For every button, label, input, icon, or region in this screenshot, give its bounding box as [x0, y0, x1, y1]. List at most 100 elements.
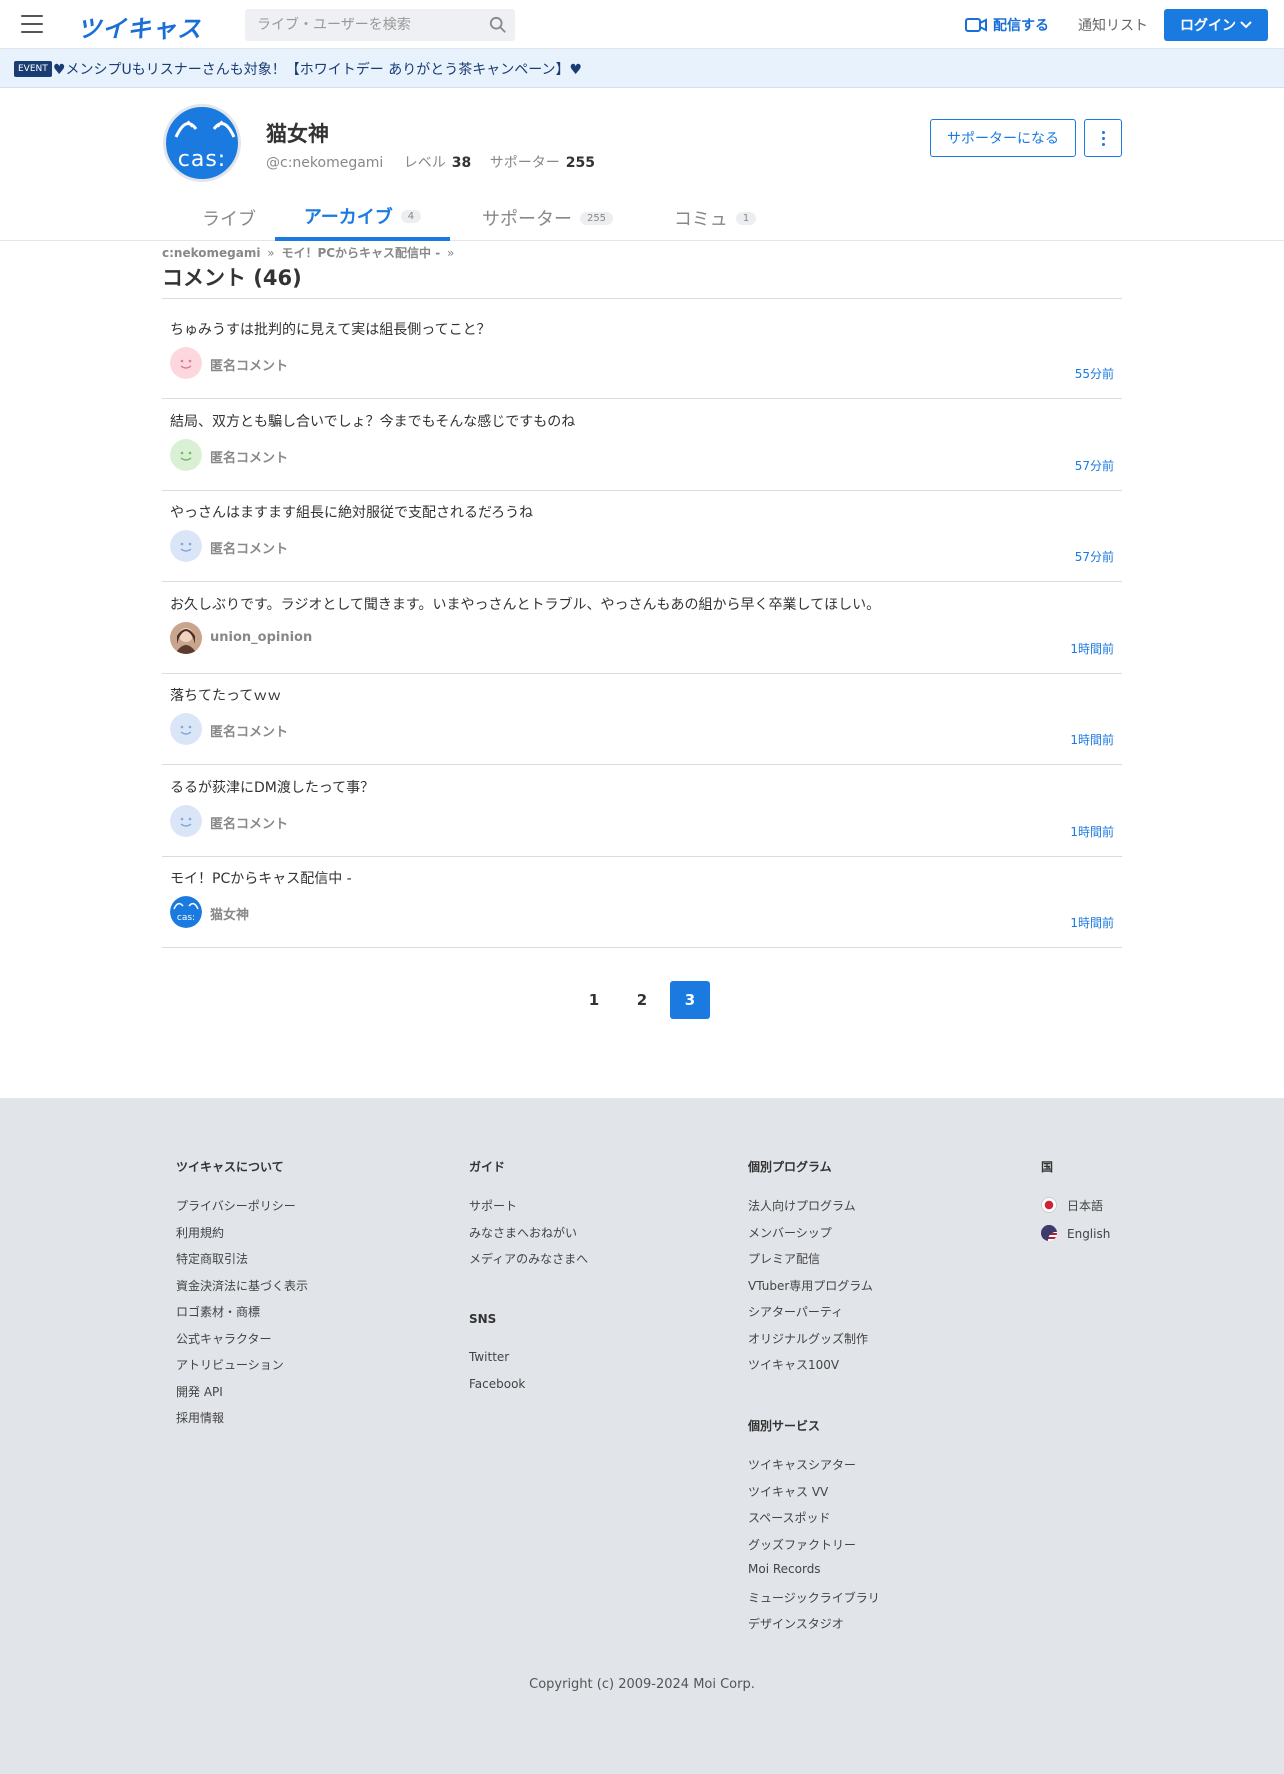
- footer-link-services[interactable]: スペースポッド: [748, 1509, 831, 1526]
- footer-link-services[interactable]: グッズファクトリー: [748, 1536, 856, 1553]
- site-logo[interactable]: ツイキャス: [77, 9, 202, 44]
- tab-archive[interactable]: アーカイブ 4: [275, 195, 450, 241]
- comment-avatar[interactable]: cas:: [170, 896, 202, 928]
- footer-link-country[interactable]: English: [1041, 1225, 1110, 1241]
- page-button[interactable]: 3: [670, 981, 710, 1019]
- footer-link-sns[interactable]: Facebook: [469, 1377, 525, 1391]
- footer-link-about[interactable]: 開発 API: [176, 1383, 223, 1400]
- title-divider: [162, 298, 1122, 299]
- footer-link-services[interactable]: ツイキャスシアター: [748, 1456, 856, 1473]
- page-button[interactable]: 1: [574, 981, 614, 1019]
- level-label: レベル: [403, 155, 446, 171]
- comment-user[interactable]: union_opinion: [210, 630, 312, 645]
- comment-user[interactable]: 匿名コメント: [210, 538, 288, 557]
- comment-time[interactable]: 57分前: [1075, 548, 1114, 565]
- comment-time[interactable]: 1時間前: [1070, 914, 1114, 931]
- tab-label: コミュ: [673, 209, 728, 230]
- anonymous-avatar: [170, 347, 202, 379]
- footer-link-about[interactable]: 資金決済法に基づく表示: [176, 1277, 308, 1294]
- search-input[interactable]: [245, 9, 480, 41]
- comment-avatar[interactable]: [170, 621, 202, 654]
- cas-avatar: cas:: [170, 896, 202, 928]
- footer-link-programs[interactable]: ツイキャス100V: [748, 1356, 839, 1373]
- comment-avatar[interactable]: [170, 438, 202, 471]
- footer-link-programs[interactable]: シアターパーティ: [748, 1303, 843, 1320]
- footer-link-services[interactable]: ミュージックライブラリ: [748, 1589, 880, 1606]
- event-text[interactable]: ♥︎メンシプUもリスナーさんも︎対象！【ホワイトデー ありがとう茶キャンペーン】…: [53, 59, 582, 79]
- comment-avatar[interactable]: [170, 713, 202, 745]
- footer-link-programs[interactable]: VTuber専用プログラム: [748, 1277, 873, 1294]
- footer-link-about[interactable]: 特定商取引法: [176, 1250, 248, 1267]
- tab-live[interactable]: ライブ: [174, 195, 284, 241]
- footer-link-services[interactable]: ツイキャス VV: [748, 1483, 828, 1500]
- comment-avatar[interactable]: [170, 530, 202, 562]
- comment-avatar[interactable]: [170, 804, 202, 837]
- comment-user[interactable]: 匿名コメント: [210, 721, 288, 740]
- anonymous-avatar: [170, 438, 202, 471]
- comment-text: モイ！PCからキャス配信中 -: [170, 871, 352, 887]
- footer-link-about[interactable]: プライバシーポリシー: [176, 1197, 296, 1214]
- comment-user[interactable]: 匿名コメント: [210, 447, 288, 466]
- footer-link-guide[interactable]: メディアのみなさまへ: [469, 1250, 588, 1267]
- breadcrumb: c:nekomegami » モイ！PCからキャス配信中 - »: [162, 244, 457, 261]
- footer-link-country[interactable]: 日本語: [1041, 1197, 1103, 1214]
- svg-text:cas:: cas:: [177, 913, 195, 923]
- event-badge: EVENT: [14, 61, 52, 77]
- footer-heading-about: ツイキャスについて: [176, 1160, 284, 1174]
- comment-time[interactable]: 1時間前: [1070, 823, 1114, 840]
- footer-link-about[interactable]: ロゴ素材・商標: [176, 1303, 260, 1320]
- comment-user[interactable]: 猫女神: [210, 904, 249, 923]
- footer-link-about[interactable]: 採用情報: [176, 1409, 224, 1426]
- notify-list-link[interactable]: 通知リスト: [1078, 15, 1148, 35]
- footer-heading-guide: ガイド: [469, 1160, 506, 1174]
- breadcrumb-live[interactable]: モイ！PCからキャス配信中 -: [281, 246, 440, 260]
- footer-link-services[interactable]: デザインスタジオ: [748, 1615, 844, 1632]
- footer-heading-programs: 個別プログラム: [748, 1160, 832, 1174]
- footer-link-services[interactable]: Moi Records: [748, 1562, 821, 1576]
- tab-label: サポーター: [481, 209, 572, 230]
- comment-user[interactable]: 匿名コメント: [210, 813, 288, 832]
- comment-text: 結局、双方とも騙し合いでしょ？今までもそんな感じですものね: [170, 413, 576, 430]
- comment-avatar[interactable]: [170, 347, 202, 379]
- comments-title: コメント (46): [162, 266, 302, 290]
- comment-time[interactable]: 1時間前: [1070, 640, 1114, 657]
- footer-link-sns[interactable]: Twitter: [469, 1350, 509, 1364]
- profile-tabs: ライブ アーカイブ 4 サポーター 255 コミュ 1: [0, 195, 1284, 241]
- comment-text: るるが荻津にDM渡したって事？: [170, 779, 375, 796]
- comment-text: やっさんはますます組長に絶対服従で支配されるだろうね: [170, 505, 534, 521]
- comment-time[interactable]: 55分前: [1075, 365, 1114, 382]
- menu-icon[interactable]: [21, 15, 43, 33]
- more-options-button[interactable]: [1084, 119, 1122, 157]
- comment-time[interactable]: 57分前: [1075, 457, 1114, 474]
- tab-supporters[interactable]: サポーター 255: [470, 195, 625, 241]
- footer-link-about[interactable]: 利用規約: [176, 1224, 224, 1241]
- comment-user[interactable]: 匿名コメント: [210, 355, 288, 374]
- broadcast-button[interactable]: 配信する: [965, 15, 1049, 35]
- footer-link-about[interactable]: 公式キャラクター: [176, 1330, 272, 1347]
- tab-community[interactable]: コミュ 1: [660, 195, 770, 241]
- login-button[interactable]: ログイン: [1164, 9, 1268, 41]
- page-button[interactable]: 2: [622, 981, 662, 1019]
- comment-time[interactable]: 1時間前: [1070, 731, 1114, 748]
- breadcrumb-separator: »: [447, 246, 455, 260]
- comment-item: 結局、双方とも騙し合いでしょ？今までもそんな感じですものね匿名コメント 57分前: [162, 399, 1122, 491]
- footer-link-programs[interactable]: 法人向けプログラム: [748, 1197, 856, 1214]
- event-banner[interactable]: EVENT ♥︎メンシプUもリスナーさんも︎対象！【ホワイトデー ありがとう茶キ…: [0, 49, 1284, 88]
- supporter-label: サポーター: [489, 155, 560, 171]
- footer-link-guide[interactable]: みなさまへおねがい: [469, 1224, 577, 1241]
- footer-link-programs[interactable]: プレミア配信: [748, 1250, 820, 1267]
- language-label: 日本語: [1067, 1199, 1104, 1213]
- become-supporter-button[interactable]: サポーターになる: [930, 119, 1076, 157]
- footer-heading-sns: SNS: [469, 1312, 497, 1326]
- tab-count: 255: [579, 211, 614, 225]
- footer-link-guide[interactable]: サポート: [469, 1197, 517, 1214]
- search-icon[interactable]: [489, 16, 507, 34]
- footer-link-programs[interactable]: オリジナルグッズ制作: [748, 1330, 868, 1347]
- breadcrumb-user[interactable]: c:nekomegami: [162, 246, 260, 260]
- copyright: Copyright (c) 2009-2024 Moi Corp.: [529, 1677, 755, 1692]
- footer-link-programs[interactable]: メンバーシップ: [748, 1224, 832, 1241]
- comment-item: るるが荻津にDM渡したって事？ 匿名コメント 1時間前: [162, 765, 1122, 857]
- profile-avatar[interactable]: cas:: [163, 104, 241, 182]
- chevron-down-icon: [1240, 21, 1252, 29]
- footer-link-about[interactable]: アトリビューション: [176, 1356, 284, 1373]
